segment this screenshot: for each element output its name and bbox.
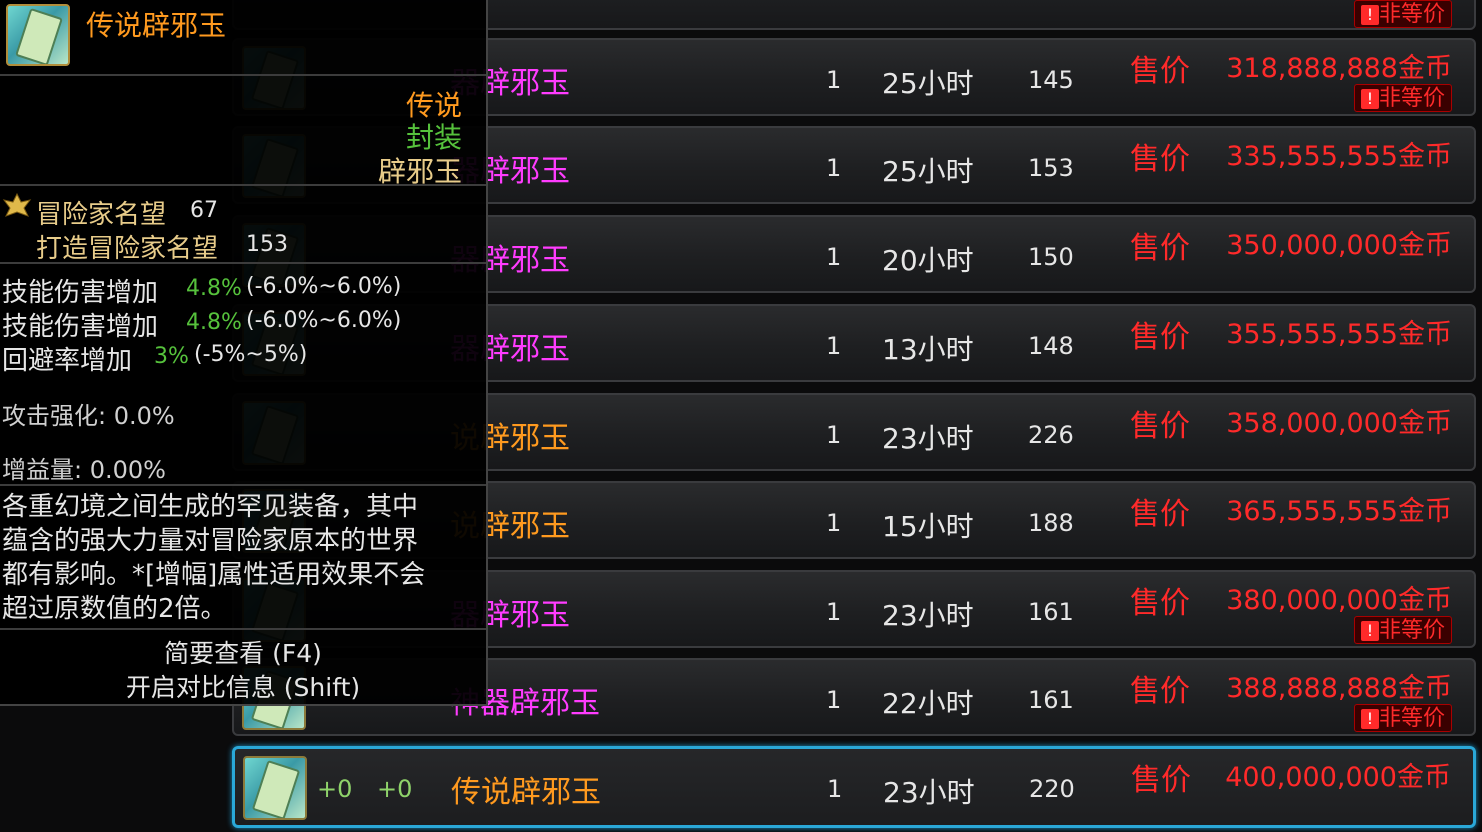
reinforce-level: +0 [317, 775, 353, 803]
item-quantity: 1 [826, 66, 842, 94]
item-quantity: 1 [826, 509, 842, 537]
divider [0, 74, 486, 76]
divider [0, 628, 486, 630]
warning-icon: ! [1361, 89, 1379, 109]
tooltip-item-name: 传说辟邪玉 [86, 9, 227, 42]
remaining-time: 23小时 [883, 776, 975, 809]
remaining-time: 25小时 [882, 155, 974, 188]
fame-label: 冒险家名望 [36, 200, 167, 230]
brief-view-hint: 简要查看 (F4) [164, 639, 322, 668]
divider [0, 484, 486, 486]
remaining-time: 15小时 [882, 510, 974, 543]
price-value: 335,555,555金币 [1226, 141, 1452, 172]
remaining-time: 25小时 [882, 67, 974, 100]
nontrade-badge: ! 非等价 [1354, 0, 1452, 28]
remaining-time: 20小时 [882, 244, 974, 277]
price-label: 售价 [1130, 320, 1190, 355]
stat-value: 4.8% [186, 276, 242, 301]
divider [0, 184, 486, 186]
fame-value: 153 [1028, 154, 1074, 182]
stat-label: 回避率增加 [2, 346, 133, 376]
fame-value: 150 [1028, 243, 1074, 271]
stat-value: 3% [154, 344, 189, 369]
item-quantity: 1 [826, 598, 842, 626]
price-label: 售价 [1130, 674, 1190, 709]
warning-icon: ! [1361, 5, 1379, 25]
remaining-time: 23小时 [882, 599, 974, 632]
nontrade-badge: ! 非等价 [1354, 616, 1452, 644]
fame-value: 161 [1028, 598, 1074, 626]
item-quantity: 1 [827, 775, 843, 803]
fame-value: 226 [1028, 421, 1074, 449]
price-value: 318,888,888金币 [1226, 53, 1452, 84]
price-label: 售价 [1130, 586, 1190, 621]
nontrade-badge: ! 非等价 [1354, 84, 1452, 112]
item-description: 各重幻境之间生成的罕见装备，其中蕴含的强大力量对冒险家原本的世界都有影响。*[增… [2, 492, 426, 624]
item-name: 传说辟邪玉 [451, 775, 601, 810]
price-value: 388,888,888金币 [1226, 673, 1452, 704]
price-value: 380,000,000金币 [1226, 585, 1452, 616]
buff-amount: 增益量: 0.00% [2, 456, 166, 484]
attack-strength: 攻击强化: 0.0% [2, 402, 175, 430]
price-label: 售价 [1130, 54, 1190, 89]
forge-fame-label: 打造冒险家名望 [36, 234, 219, 264]
stat-label: 技能伤害增加 [2, 278, 159, 308]
divider [0, 262, 486, 264]
price-value: 358,000,000金币 [1226, 408, 1452, 439]
price-label: 售价 [1130, 409, 1190, 444]
fame-value: 67 [190, 198, 218, 223]
fame-value: 220 [1029, 775, 1075, 803]
price-label: 售价 [1130, 142, 1190, 177]
item-quantity: 1 [826, 686, 842, 714]
warning-icon: ! [1361, 621, 1379, 641]
fame-value: 148 [1028, 332, 1074, 360]
forge-fame-value: 153 [246, 232, 288, 257]
amplify-level: +0 [377, 775, 413, 803]
price-value: 355,555,555金币 [1226, 319, 1452, 350]
item-quantity: 1 [826, 154, 842, 182]
listing-row-selected[interactable]: +0 +0 传说辟邪玉 1 23小时 220 售价 400,000,000金币 [232, 746, 1476, 828]
price-label: 售价 [1130, 497, 1190, 532]
price-value: 400,000,000金币 [1225, 762, 1451, 793]
item-tooltip: 传说辟邪玉 传说 封装 辟邪玉 冒险家名望 67 打造冒险家名望 153 技能伤… [0, 0, 488, 706]
remaining-time: 22小时 [882, 687, 974, 720]
fame-value: 145 [1028, 66, 1074, 94]
remaining-time: 13小时 [882, 333, 974, 366]
item-quantity: 1 [826, 421, 842, 449]
compare-info-hint: 开启对比信息 (Shift) [125, 673, 361, 702]
item-icon [243, 756, 307, 820]
item-quantity: 1 [826, 332, 842, 360]
item-icon [6, 4, 70, 66]
stat-range: (-5%~5%) [194, 342, 308, 367]
remaining-time: 23小时 [882, 422, 974, 455]
price-label: 售价 [1130, 231, 1190, 266]
item-quantity: 1 [826, 243, 842, 271]
price-label: 售价 [1131, 763, 1191, 798]
fame-value: 161 [1028, 686, 1074, 714]
fame-crest-icon [2, 192, 32, 217]
price-value: 350,000,000金币 [1226, 230, 1452, 261]
fame-value: 188 [1028, 509, 1074, 537]
stat-range: (-6.0%~6.0%) [246, 274, 402, 299]
nontrade-badge: ! 非等价 [1354, 704, 1452, 732]
price-value: 365,555,555金币 [1226, 496, 1452, 527]
stat-value: 4.8% [186, 310, 242, 335]
warning-icon: ! [1361, 709, 1379, 729]
stat-range: (-6.0%~6.0%) [246, 308, 402, 333]
stat-label: 技能伤害增加 [2, 312, 159, 342]
